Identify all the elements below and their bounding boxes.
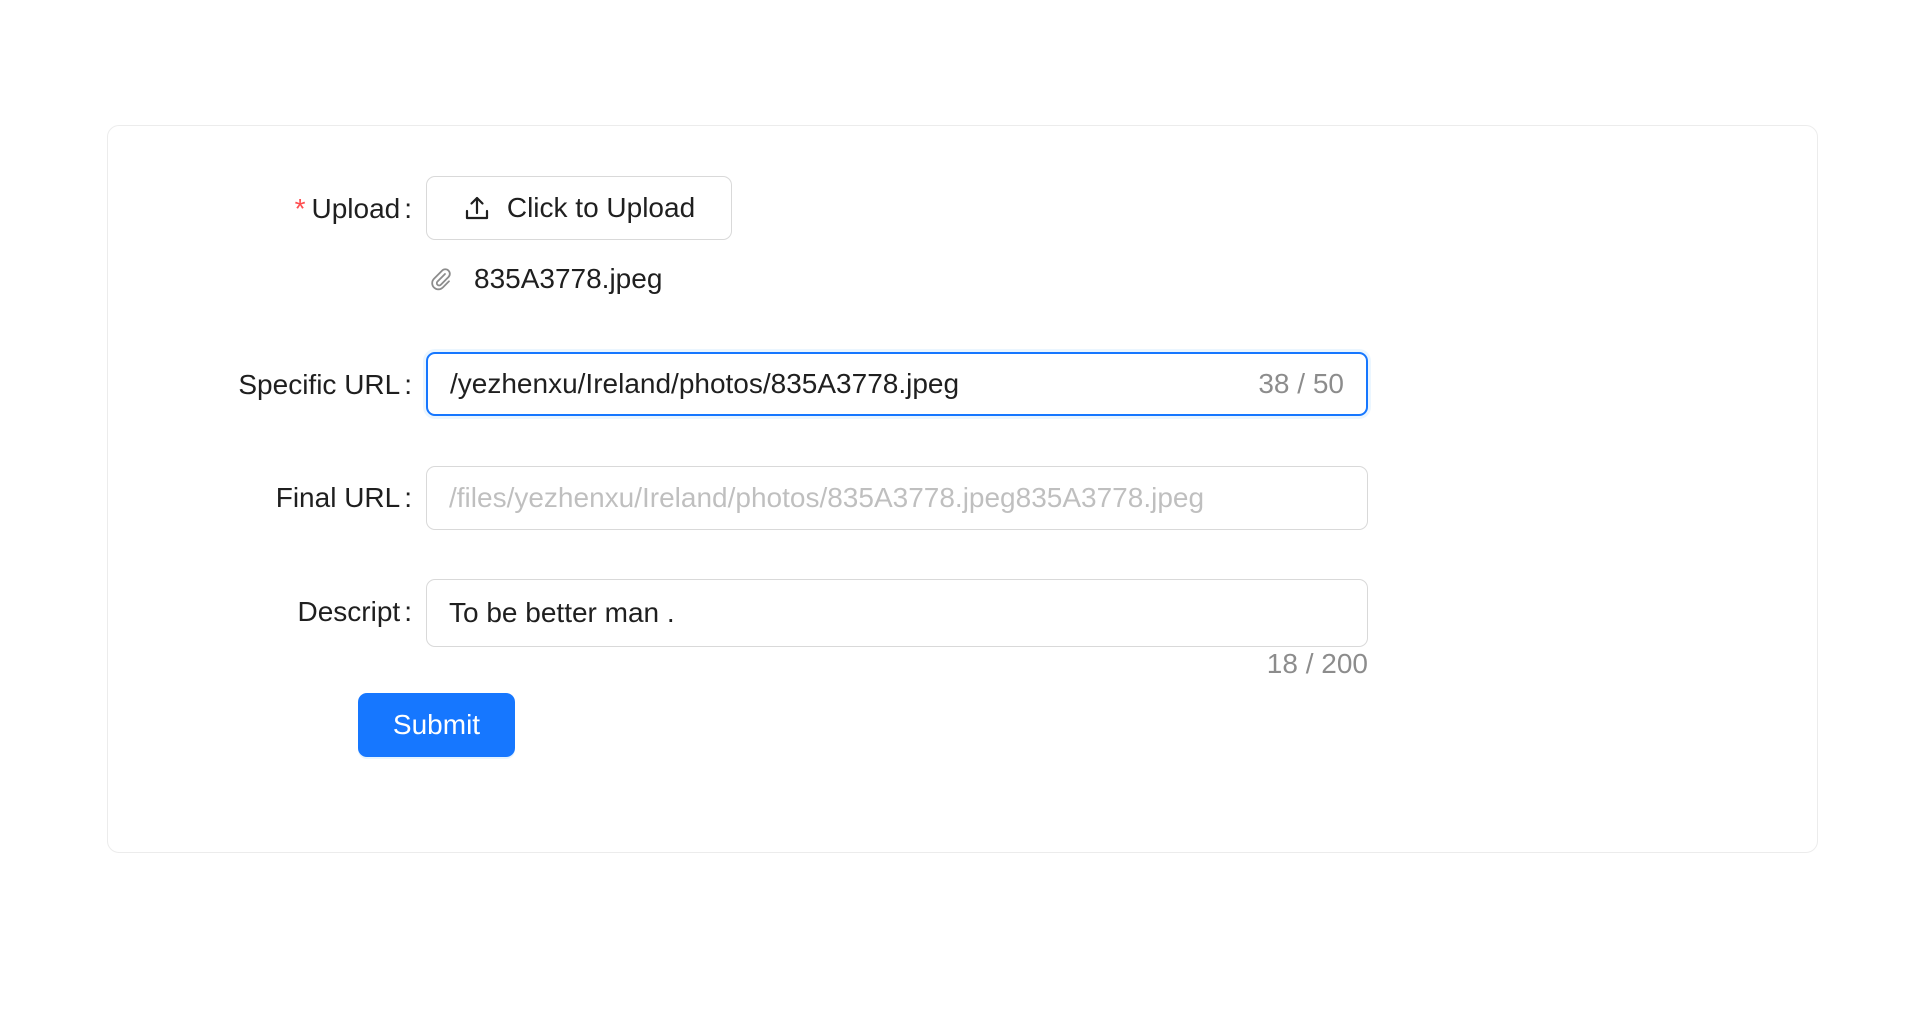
uploaded-file-name: 835A3778.jpeg	[474, 263, 663, 294]
specific-url-char-count: 38 / 50	[1258, 368, 1344, 399]
descript-label-text: Descript	[297, 596, 401, 627]
required-mark: *	[294, 193, 306, 224]
upload-label: * Upload:	[295, 191, 412, 227]
submit-button[interactable]: Submit	[358, 693, 515, 757]
upload-label-colon: :	[404, 193, 412, 224]
specific-url-label-colon: :	[404, 369, 412, 400]
upload-button-label: Click to Upload	[506, 192, 696, 223]
descript-textarea[interactable]: To be better man .	[426, 579, 1368, 647]
final-url-label: Final URL:	[276, 480, 412, 516]
descript-value: To be better man .	[449, 597, 675, 628]
upload-icon	[465, 196, 488, 220]
final-url-input[interactable]: /files/yezhenxu/Ireland/photos/835A3778.…	[426, 466, 1368, 530]
final-url-label-text: Final URL	[275, 482, 401, 513]
specific-url-label: Specific URL:	[238, 367, 412, 403]
descript-char-count: 18 / 200	[1266, 648, 1368, 679]
descript-label: Descript:	[298, 594, 412, 630]
uploaded-file-item[interactable]: 835A3778.jpeg	[426, 259, 662, 299]
paperclip-icon	[431, 268, 451, 291]
click-to-upload-button[interactable]: Click to Upload	[426, 176, 732, 240]
final-url-placeholder: /files/yezhenxu/Ireland/photos/835A3778.…	[449, 482, 1205, 513]
specific-url-input[interactable]: /yezhenxu/Ireland/photos/835A3778.jpeg 3…	[426, 352, 1368, 416]
specific-url-value: /yezhenxu/Ireland/photos/835A3778.jpeg	[450, 368, 960, 399]
upload-label-text: Upload	[311, 193, 401, 224]
descript-label-colon: :	[404, 596, 412, 627]
final-url-label-colon: :	[404, 482, 412, 513]
specific-url-label-text: Specific URL	[238, 369, 401, 400]
